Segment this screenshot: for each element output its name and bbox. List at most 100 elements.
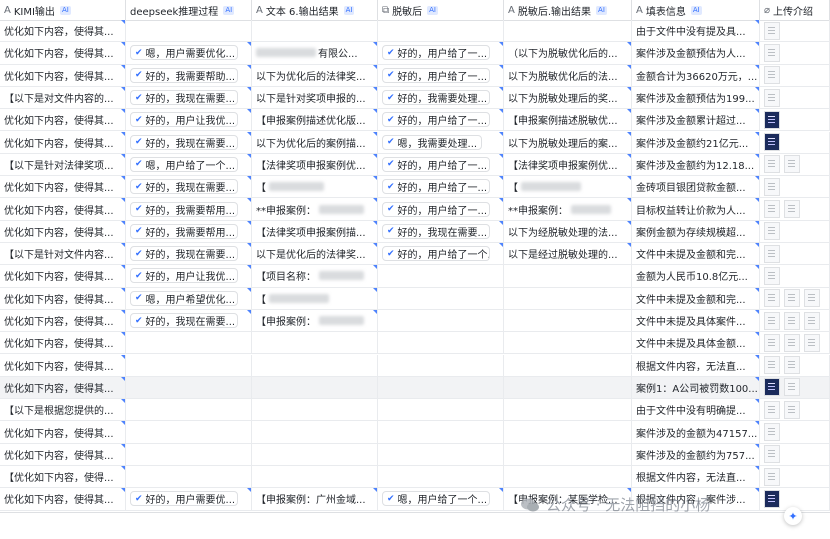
cell-fill[interactable]: 由于文件中没有明确提... [632, 399, 760, 421]
cell-t6[interactable]: 【项目名称： [252, 265, 378, 287]
table-row[interactable]: 优化如下内容，使得其... ✔ 好的，我现在需要... 【✔ 好的，用户给了一... 【金… [0, 176, 830, 199]
cell-t6[interactable]: 【申报案例：广州金域... [252, 488, 378, 510]
cell-t6[interactable] [252, 421, 378, 443]
cell-kimi[interactable]: 优化如下内容，使得其... [0, 332, 126, 354]
cell-tmr[interactable] [504, 376, 632, 399]
ai-result-chip[interactable]: ✔ 好的，用户给了一... [382, 67, 490, 83]
cell-tmr[interactable] [504, 443, 632, 465]
file-thumbnail-icon[interactable] [764, 378, 780, 397]
cell-kimi[interactable]: 优化如下内容，使得其... [0, 287, 126, 309]
cell-up[interactable] [760, 421, 830, 443]
cell-up[interactable] [760, 376, 830, 399]
cell-up[interactable] [760, 287, 830, 309]
file-thumbnail-icon[interactable] [784, 333, 800, 352]
table-row[interactable]: 优化如下内容，使得其... ✔ 好的，我现在需要... 【申报案例： 文件中未提及具体案… [0, 309, 830, 333]
file-thumbnail-icon[interactable] [764, 222, 780, 241]
cell-fill[interactable]: 根据文件内容，无法直... [632, 466, 760, 488]
cell-fill[interactable]: 文件中未提及具体案件... [632, 309, 760, 332]
cell-ds[interactable] [126, 376, 252, 399]
cell-tmr[interactable]: 以下为脱敏处理后的案... [504, 131, 632, 153]
cell-t6[interactable] [252, 466, 378, 488]
cell-kimi[interactable]: 优化如下内容，使得其... [0, 443, 126, 465]
file-thumbnail-icon[interactable] [764, 400, 780, 419]
cell-ds[interactable] [126, 332, 252, 354]
file-thumbnail-icon[interactable] [764, 66, 780, 85]
table-row[interactable]: 优化如下内容，使得其... ✔ 嗯，用户需要优化... 有限公... ✔ 好的，用户给了一… [0, 42, 830, 65]
table-row[interactable]: 【以下是对文件内容的... ✔ 好的，我现在需要... 以下是针对奖项申报的... ✔ 好… [0, 86, 830, 110]
cell-t6[interactable] [252, 354, 378, 376]
cell-tmr[interactable] [504, 265, 632, 287]
file-thumbnail-icon[interactable] [804, 311, 820, 330]
cell-t6[interactable]: 【法律奖项申报案例优... [252, 153, 378, 176]
cell-tmr[interactable] [504, 399, 632, 421]
column-header-up[interactable]: ⌀ 上传介绍 [760, 0, 830, 20]
cell-fill[interactable]: 文件中未提及具体金额... [632, 332, 760, 354]
cell-tm[interactable] [378, 443, 504, 465]
ai-result-chip[interactable]: ✔ 好的，用户给了一... [382, 156, 490, 172]
table-row[interactable]: 优化如下内容，使得其... 文件中未提及具体金额... [0, 332, 830, 355]
cell-ds[interactable] [126, 421, 252, 443]
cell-tm[interactable] [378, 332, 504, 354]
cell-up[interactable] [760, 332, 830, 354]
cell-fill[interactable]: 案件涉及的金额为47157... [632, 421, 760, 443]
cell-kimi[interactable]: 优化如下内容，使得其... [0, 176, 126, 198]
cell-kimi[interactable]: 优化如下内容，使得其... [0, 354, 126, 376]
cell-fill[interactable]: 由于文件中没有提及具... [632, 20, 760, 42]
cell-tmr[interactable] [504, 354, 632, 376]
cell-tm[interactable] [378, 466, 504, 488]
file-thumbnail-icon[interactable] [764, 423, 780, 442]
file-thumbnail-icon[interactable] [784, 311, 800, 330]
cell-fill[interactable]: 金额合计为36620万元，... [632, 64, 760, 86]
file-thumbnail-icon[interactable] [784, 155, 800, 174]
cell-ds[interactable]: ✔ 好的，我需要帮用... [126, 198, 252, 220]
cell-fill[interactable]: 案件涉及金额约21亿元... [632, 131, 760, 153]
ai-result-chip[interactable]: ✔ 好的，我现在需要... [130, 246, 238, 262]
cell-fill[interactable]: 目标权益转让价款为人... [632, 198, 760, 220]
cell-tm[interactable]: ✔ 好的，用户给了一个... [378, 243, 504, 265]
cell-ds[interactable]: ✔ 嗯，用户给了一个... [126, 153, 252, 176]
ai-result-chip[interactable]: ✔ 嗯，用户希望优化... [130, 290, 238, 306]
file-thumbnail-icon[interactable] [764, 289, 780, 308]
cell-ds[interactable]: ✔ 好的，我需要帮助... [126, 64, 252, 86]
file-thumbnail-icon[interactable] [764, 200, 780, 219]
cell-kimi[interactable]: 【以下是针对法律奖项... [0, 153, 126, 176]
cell-t6[interactable]: 以下为优化后的法律奖... [252, 64, 378, 86]
cell-t6[interactable]: 以下为优化后的案例描... [252, 131, 378, 153]
file-thumbnail-icon[interactable] [764, 155, 780, 174]
cell-kimi[interactable]: 优化如下内容，使得其... [0, 376, 126, 399]
cell-tm[interactable]: ✔ 好的，用户给了一... [378, 64, 504, 86]
cell-tm[interactable]: ✔ 好的，用户给了一... [378, 42, 504, 64]
cell-tm[interactable] [378, 354, 504, 376]
column-header-tm[interactable]: ⧉ 脱敏后 AI [378, 0, 504, 20]
cell-up[interactable] [760, 265, 830, 287]
file-thumbnail-icon[interactable] [764, 489, 780, 508]
cell-tm[interactable] [378, 376, 504, 399]
cell-ds[interactable] [126, 466, 252, 488]
table-row[interactable]: 优化如下内容，使得其... ✔ 好的，我需要帮用... 【法律奖项申报案例描... ✔ 好… [0, 220, 830, 243]
cell-tm[interactable]: ✔ 好的，我现在需要... [378, 220, 504, 242]
cell-tmr[interactable]: 以下是经过脱敏处理的... [504, 243, 632, 265]
cell-up[interactable] [760, 309, 830, 332]
cell-t6[interactable]: 【申报案例描述优化版... [252, 109, 378, 131]
ai-result-chip[interactable]: ✔ 好的，我现在需要... [382, 223, 490, 239]
table-row[interactable]: 【以下是针对文件内容... ✔ 好的，我现在需要... 以下是优化后的法律奖... ✔ 好… [0, 243, 830, 266]
file-thumbnail-icon[interactable] [764, 244, 780, 263]
ai-assistant-button[interactable]: ✦ [784, 507, 802, 525]
ai-result-chip[interactable]: ✔ 好的，用户给了一... [382, 201, 490, 217]
cell-kimi[interactable]: 【以下是对文件内容的... [0, 86, 126, 109]
cell-ds[interactable]: ✔ 好的，我现在需要... [126, 243, 252, 265]
cell-t6[interactable]: 【法律奖项申报案例描... [252, 220, 378, 242]
cell-t6[interactable] [252, 443, 378, 465]
cell-kimi[interactable]: 优化如下内容，使得其... [0, 64, 126, 86]
cell-t6[interactable] [252, 376, 378, 399]
file-thumbnail-icon[interactable] [764, 88, 780, 107]
table-row[interactable]: 优化如下内容，使得其... ✔ 嗯，用户希望优化... 【 文件中未提及金额和完... [0, 287, 830, 310]
cell-up[interactable] [760, 153, 830, 176]
cell-t6[interactable] [252, 399, 378, 421]
file-thumbnail-icon[interactable] [764, 333, 780, 352]
cell-fill[interactable]: 案例金额为存续规模超... [632, 220, 760, 242]
cell-up[interactable] [760, 354, 830, 376]
ai-result-chip[interactable]: ✔ 好的，我需要帮用... [130, 223, 238, 239]
cell-up[interactable] [760, 64, 830, 86]
file-thumbnail-icon[interactable] [764, 467, 780, 486]
